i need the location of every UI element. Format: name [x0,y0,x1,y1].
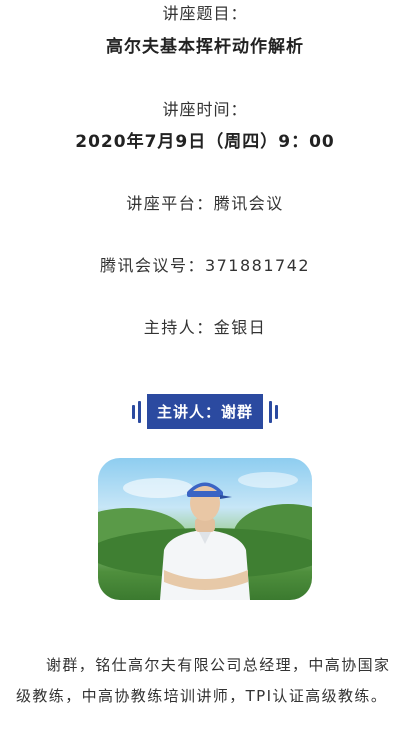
time-value: 2020年7月9日（周四）9：00 [75,132,335,152]
left-bars-decoration [131,400,141,423]
meeting-id-line: 腾讯会议号：371881742 [99,256,311,275]
platform-line: 讲座平台：腾讯会议 [126,194,284,213]
bar-decoration [275,404,278,419]
time-label: 讲座时间： [162,100,248,119]
speaker-photo [98,458,312,600]
speaker-label: 主讲人：谢群 [146,394,263,429]
bar-decoration [269,400,272,423]
topic-label: 讲座题目： [162,4,248,23]
topic-title: 高尔夫基本挥杆动作解析 [106,37,304,57]
speaker-banner: 主讲人：谢群 [0,394,410,429]
bar-decoration [131,404,135,419]
speaker-photo-illustration [98,472,312,600]
bar-decoration [137,400,141,423]
speaker-bio: 谢群，铭仕高尔夫有限公司总经理，中高协国家级教练，中高协教练培训讲师，TPI认证… [16,656,391,705]
host-line: 主持人：金银日 [143,318,267,337]
right-bars-decoration [269,400,278,423]
